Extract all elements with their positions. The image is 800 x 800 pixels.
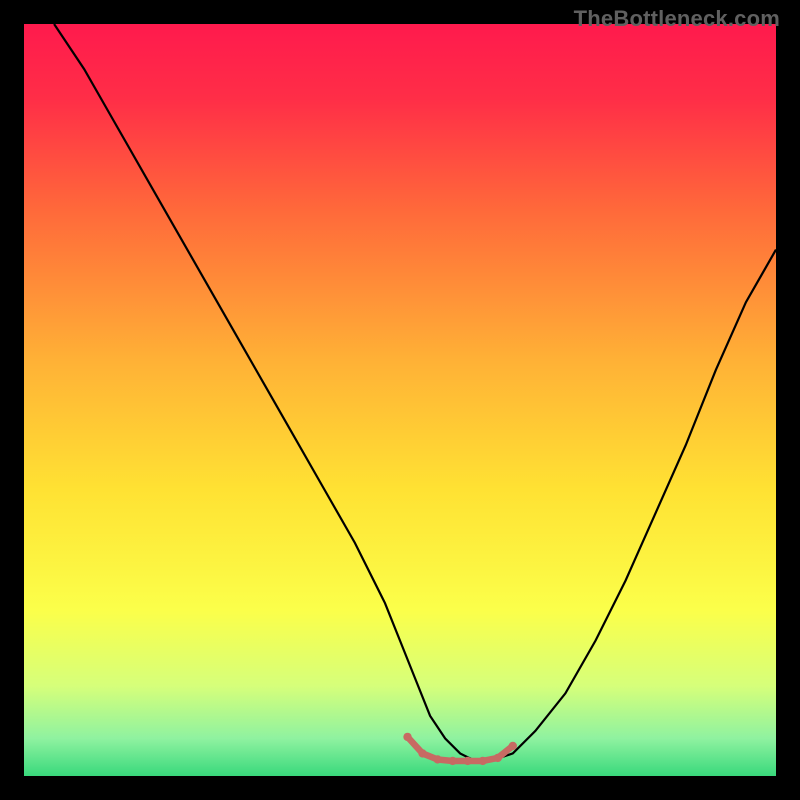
optimal-band-dots: [433, 755, 441, 763]
gradient-background: [24, 24, 776, 776]
optimal-band-dots: [509, 742, 517, 750]
optimal-band-dots: [418, 749, 426, 757]
chart-frame: TheBottleneck.com: [0, 0, 800, 800]
optimal-band-dots: [494, 754, 502, 762]
attribution-label: TheBottleneck.com: [574, 6, 780, 32]
optimal-band-dots: [479, 757, 487, 765]
optimal-band-dots: [463, 757, 471, 765]
optimal-band-dots: [448, 757, 456, 765]
optimal-band-dots: [403, 733, 411, 741]
plot-area: [24, 24, 776, 776]
chart-svg: [24, 24, 776, 776]
